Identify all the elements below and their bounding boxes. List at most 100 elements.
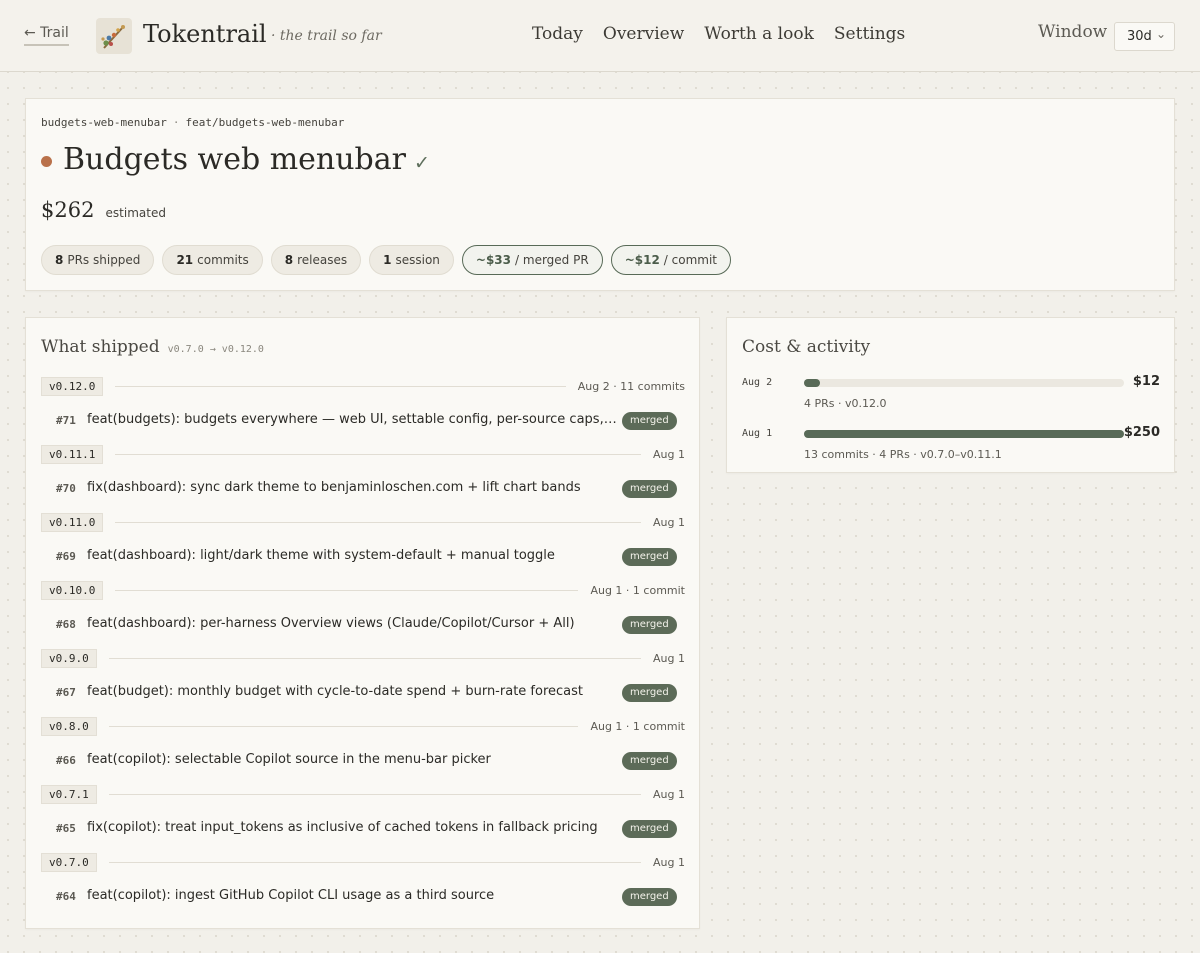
stat-cost-per-pr: ~$33/ merged PR bbox=[461, 245, 603, 275]
pr-number[interactable]: #70 bbox=[56, 482, 76, 495]
activity-amount: $12 bbox=[1132, 374, 1160, 389]
pr-title[interactable]: fix(copilot): treat input_tokens as incl… bbox=[87, 820, 617, 835]
release-divider bbox=[115, 386, 566, 387]
merged-badge: merged bbox=[622, 820, 677, 838]
merged-badge: merged bbox=[622, 684, 677, 702]
pr-row[interactable]: #69 feat(dashboard): light/dark theme wit… bbox=[56, 546, 685, 568]
stat-cost-per-commit: ~$12/ commit bbox=[610, 245, 732, 275]
activity-bar-fill bbox=[804, 430, 1124, 438]
release-meta: Aug 1 bbox=[647, 448, 685, 461]
release-tag[interactable]: v0.11.0 bbox=[41, 513, 104, 532]
top-bar: ← Trail Tokentrail · the trail so far To… bbox=[0, 0, 1200, 72]
release-item: v0.8.0 Aug 1 · 1 commit #66 feat(copilot): … bbox=[41, 717, 685, 785]
release-tag[interactable]: v0.9.0 bbox=[41, 649, 97, 668]
release-tag[interactable]: v0.7.0 bbox=[41, 853, 97, 872]
release-tag[interactable]: v0.10.0 bbox=[41, 581, 104, 600]
release-tag[interactable]: v0.8.0 bbox=[41, 717, 97, 736]
cost-amount: $262 bbox=[41, 198, 95, 222]
release-item: v0.11.1 Aug 1 #70 fix(dashboard): sync dark… bbox=[41, 445, 685, 513]
activity-date: Aug 1 bbox=[742, 428, 773, 439]
release-meta: Aug 1 bbox=[647, 652, 685, 665]
pr-title[interactable]: fix(dashboard): sync dark theme to benja… bbox=[87, 480, 617, 495]
pr-number[interactable]: #65 bbox=[56, 822, 76, 835]
repo-name: budgets-web-menubar bbox=[41, 116, 167, 129]
release-header: v0.9.0 Aug 1 bbox=[41, 649, 685, 669]
check-icon: ✓ bbox=[413, 152, 430, 174]
nav-today[interactable]: Today bbox=[532, 24, 583, 44]
brand-tagline: · the trail so far bbox=[271, 28, 382, 44]
release-item: v0.9.0 Aug 1 #67 feat(budget): monthly budg… bbox=[41, 649, 685, 717]
cost-note: estimated bbox=[105, 206, 166, 220]
pr-row[interactable]: #67 feat(budget): monthly budget with cyc… bbox=[56, 682, 685, 704]
activity-date: Aug 2 bbox=[742, 377, 773, 388]
pr-row[interactable]: #66 feat(copilot): selectable Copilot sou… bbox=[56, 750, 685, 772]
release-divider bbox=[115, 590, 578, 591]
pr-row[interactable]: #68 feat(dashboard): per-harness Overview… bbox=[56, 614, 685, 636]
pr-row[interactable]: #70 fix(dashboard): sync dark theme to be… bbox=[56, 478, 685, 500]
pr-title[interactable]: feat(dashboard): light/dark theme with s… bbox=[87, 548, 617, 563]
nav-overview[interactable]: Overview bbox=[603, 24, 684, 44]
activity-bar-track bbox=[804, 430, 1124, 438]
pr-number[interactable]: #68 bbox=[56, 618, 76, 631]
release-item: v0.7.0 Aug 1 #64 feat(copilot): ingest GitH… bbox=[41, 853, 685, 921]
release-item: v0.7.1 Aug 1 #65 fix(copilot): treat input_… bbox=[41, 785, 685, 853]
release-meta: Aug 1 · 1 commit bbox=[584, 720, 685, 733]
pr-row[interactable]: #65 fix(copilot): treat input_tokens as i… bbox=[56, 818, 685, 840]
window-label: Window bbox=[1038, 22, 1108, 42]
pr-number[interactable]: #71 bbox=[56, 414, 76, 427]
what-shipped-title: What shipped v0.7.0 → v0.12.0 bbox=[41, 337, 264, 357]
nav-worth-a-look[interactable]: Worth a look bbox=[704, 24, 814, 44]
pr-number[interactable]: #69 bbox=[56, 550, 76, 563]
release-item: v0.10.0 Aug 1 · 1 commit #68 feat(dashboard… bbox=[41, 581, 685, 649]
project-summary-card: budgets-web-menubar · feat/budgets-web-men… bbox=[25, 98, 1175, 291]
release-tag[interactable]: v0.7.1 bbox=[41, 785, 97, 804]
window-select[interactable]: 30d ⌄ bbox=[1114, 22, 1175, 51]
pr-title[interactable]: feat(copilot): ingest GitHub Copilot CLI… bbox=[87, 888, 617, 903]
stat-session: 1 session bbox=[369, 245, 454, 275]
release-meta: Aug 1 · 1 commit bbox=[584, 584, 685, 597]
pr-title[interactable]: feat(budgets): budgets everywhere — web … bbox=[87, 412, 617, 427]
stat-releases: 8 releases bbox=[270, 245, 362, 275]
pr-row[interactable]: #71 feat(budgets): budgets everywhere — w… bbox=[56, 410, 685, 432]
release-divider bbox=[109, 658, 641, 659]
pr-number[interactable]: #66 bbox=[56, 754, 76, 767]
page-title: Budgets web menubar ✓ bbox=[63, 142, 430, 177]
breadcrumb: budgets-web-menubar · feat/budgets-web-men… bbox=[41, 116, 344, 129]
release-meta: Aug 1 bbox=[647, 856, 685, 869]
activity-detail: 13 commits · 4 PRs · v0.7.0–v0.11.1 bbox=[804, 448, 1002, 461]
release-tag[interactable]: v0.12.0 bbox=[41, 377, 104, 396]
cost-activity-title: Cost & activity bbox=[742, 337, 871, 357]
pr-number[interactable]: #64 bbox=[56, 890, 76, 903]
cost-activity-card: Cost & activity Aug 2 $12 4 PRs · v0.12.0 A… bbox=[726, 317, 1175, 473]
breadcrumb-separator: · bbox=[172, 116, 180, 129]
back-to-trail-link[interactable]: ← Trail bbox=[24, 25, 69, 46]
release-divider bbox=[109, 862, 641, 863]
pr-title[interactable]: feat(budget): monthly budget with cycle-… bbox=[87, 684, 617, 699]
pr-title[interactable]: feat(dashboard): per-harness Overview vi… bbox=[87, 616, 617, 631]
main-nav: Today Overview Worth a look Settings bbox=[532, 24, 905, 44]
brand-name: Tokentrail bbox=[143, 20, 267, 48]
merged-badge: merged bbox=[622, 412, 677, 430]
release-divider bbox=[115, 522, 641, 523]
pr-number[interactable]: #67 bbox=[56, 686, 76, 699]
pr-title[interactable]: feat(copilot): selectable Copilot source… bbox=[87, 752, 617, 767]
activity-bar-track bbox=[804, 379, 1124, 387]
release-divider bbox=[115, 454, 641, 455]
chevron-down-icon: ⌄ bbox=[1155, 27, 1166, 41]
stat-pills: 8 PRs shipped 21 commits 8 releases 1 sessio… bbox=[41, 245, 732, 275]
release-header: v0.7.0 Aug 1 bbox=[41, 853, 685, 873]
release-tag[interactable]: v0.11.1 bbox=[41, 445, 104, 464]
release-divider bbox=[109, 794, 641, 795]
nav-settings[interactable]: Settings bbox=[834, 24, 905, 44]
release-meta: Aug 1 bbox=[647, 788, 685, 801]
stat-commits: 21 commits bbox=[162, 245, 263, 275]
release-item: v0.12.0 Aug 2 · 11 commits #71 feat(budgets… bbox=[41, 377, 685, 445]
merged-badge: merged bbox=[622, 480, 677, 498]
release-divider bbox=[109, 726, 578, 727]
release-header: v0.12.0 Aug 2 · 11 commits bbox=[41, 377, 685, 397]
release-meta: Aug 2 · 11 commits bbox=[571, 380, 685, 393]
pr-row[interactable]: #64 feat(copilot): ingest GitHub Copilot … bbox=[56, 886, 685, 908]
release-header: v0.11.1 Aug 1 bbox=[41, 445, 685, 465]
stat-prs-shipped: 8 PRs shipped bbox=[41, 245, 155, 275]
window-select-value: 30d bbox=[1127, 29, 1152, 44]
